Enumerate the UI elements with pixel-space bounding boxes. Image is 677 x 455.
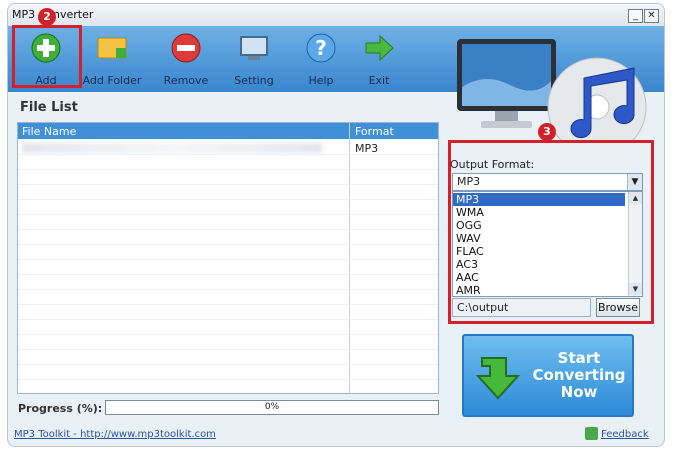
- table-row: [18, 245, 438, 260]
- file-list-title: File List: [20, 100, 78, 115]
- format-option[interactable]: FLAC: [453, 245, 625, 258]
- format-cell: MP3: [355, 142, 379, 155]
- table-row: [18, 170, 438, 185]
- table-row: [18, 335, 438, 350]
- table-row: [18, 290, 438, 305]
- convert-line-3: Now: [560, 383, 598, 401]
- app-window: MP3 Converter _ ✕ Add Add Folder Remove …: [7, 3, 665, 447]
- exit-button[interactable]: Exit: [347, 28, 411, 90]
- selected-format: MP3: [457, 175, 481, 188]
- table-row: [18, 200, 438, 215]
- table-row: [18, 230, 438, 245]
- table-row: [18, 350, 438, 365]
- step-marker-output: 3: [538, 123, 556, 141]
- step-marker-add: 2: [38, 8, 56, 26]
- settings-monitor-icon: [240, 36, 268, 60]
- table-row: [18, 155, 438, 170]
- output-format-select[interactable]: MP3 ▼: [452, 173, 643, 191]
- remove-label: Remove: [163, 74, 209, 87]
- minimize-button[interactable]: _: [628, 9, 643, 23]
- feedback-link[interactable]: Feedback: [601, 429, 649, 440]
- table-row: [18, 275, 438, 290]
- format-option[interactable]: WMA: [453, 206, 625, 219]
- output-path-field[interactable]: C:\output: [452, 298, 591, 317]
- monitor-graphic: [457, 39, 556, 128]
- chevron-down-icon[interactable]: ▼: [627, 174, 642, 190]
- format-dropdown-list[interactable]: MP3 WMA OGG WAV FLAC AC3 AAC AMR ▲ ▼: [452, 191, 643, 297]
- blurred-file-name: [22, 143, 322, 153]
- format-option[interactable]: OGG: [453, 219, 625, 232]
- convert-arrow-icon: [476, 357, 521, 400]
- file-list-table[interactable]: File Name Format MP3: [17, 122, 439, 394]
- format-option[interactable]: WAV: [453, 232, 625, 245]
- scroll-up-icon[interactable]: ▲: [629, 192, 642, 204]
- add-folder-label: Add Folder: [82, 74, 142, 87]
- browse-button[interactable]: Browse: [596, 298, 640, 317]
- remove-icon: [171, 33, 201, 63]
- remove-button[interactable]: Remove: [154, 28, 218, 90]
- output-format-label: Output Format:: [450, 158, 535, 171]
- convert-line-2: Converting: [532, 366, 626, 384]
- progress-label: Progress (%):: [18, 402, 103, 415]
- table-row: [18, 260, 438, 275]
- format-header[interactable]: Format: [355, 125, 394, 138]
- start-converting-button[interactable]: Start Converting Now: [462, 334, 634, 417]
- file-name-header[interactable]: File Name: [22, 125, 76, 138]
- output-path-value: C:\output: [457, 301, 509, 314]
- svg-text:?: ?: [315, 36, 327, 60]
- table-row: [18, 365, 438, 380]
- scroll-down-icon[interactable]: ▼: [629, 283, 642, 295]
- convert-label: Start Converting Now: [524, 350, 634, 401]
- exit-arrow-icon: [365, 34, 394, 62]
- add-highlight-box: [12, 25, 82, 88]
- title-bar: MP3 Converter _ ✕: [8, 4, 664, 26]
- table-header: File Name Format: [18, 123, 438, 139]
- help-icon: ?: [306, 33, 336, 63]
- add-folder-button[interactable]: Add Folder: [80, 28, 144, 90]
- setting-button[interactable]: Setting: [222, 28, 286, 90]
- table-row: [18, 215, 438, 230]
- convert-line-1: Start: [557, 349, 601, 367]
- website-link[interactable]: MP3 Toolkit - http://www.mp3toolkit.com: [14, 429, 216, 440]
- folder-add-icon: [97, 37, 127, 59]
- format-option[interactable]: AAC: [453, 271, 625, 284]
- help-label: Help: [308, 74, 334, 87]
- table-row: [18, 305, 438, 320]
- format-option[interactable]: AC3: [453, 258, 625, 271]
- setting-label: Setting: [234, 74, 274, 87]
- table-row: [18, 185, 438, 200]
- table-row[interactable]: MP3: [18, 140, 438, 155]
- list-scrollbar[interactable]: ▲ ▼: [628, 192, 642, 296]
- feedback-icon[interactable]: [585, 427, 598, 440]
- exit-label: Exit: [368, 74, 390, 87]
- close-button[interactable]: ✕: [644, 9, 659, 23]
- progress-bar: 0%: [105, 400, 439, 415]
- format-option[interactable]: AMR: [453, 284, 625, 296]
- table-row: [18, 320, 438, 335]
- help-button[interactable]: ? Help: [289, 28, 353, 90]
- format-option[interactable]: MP3: [453, 193, 625, 206]
